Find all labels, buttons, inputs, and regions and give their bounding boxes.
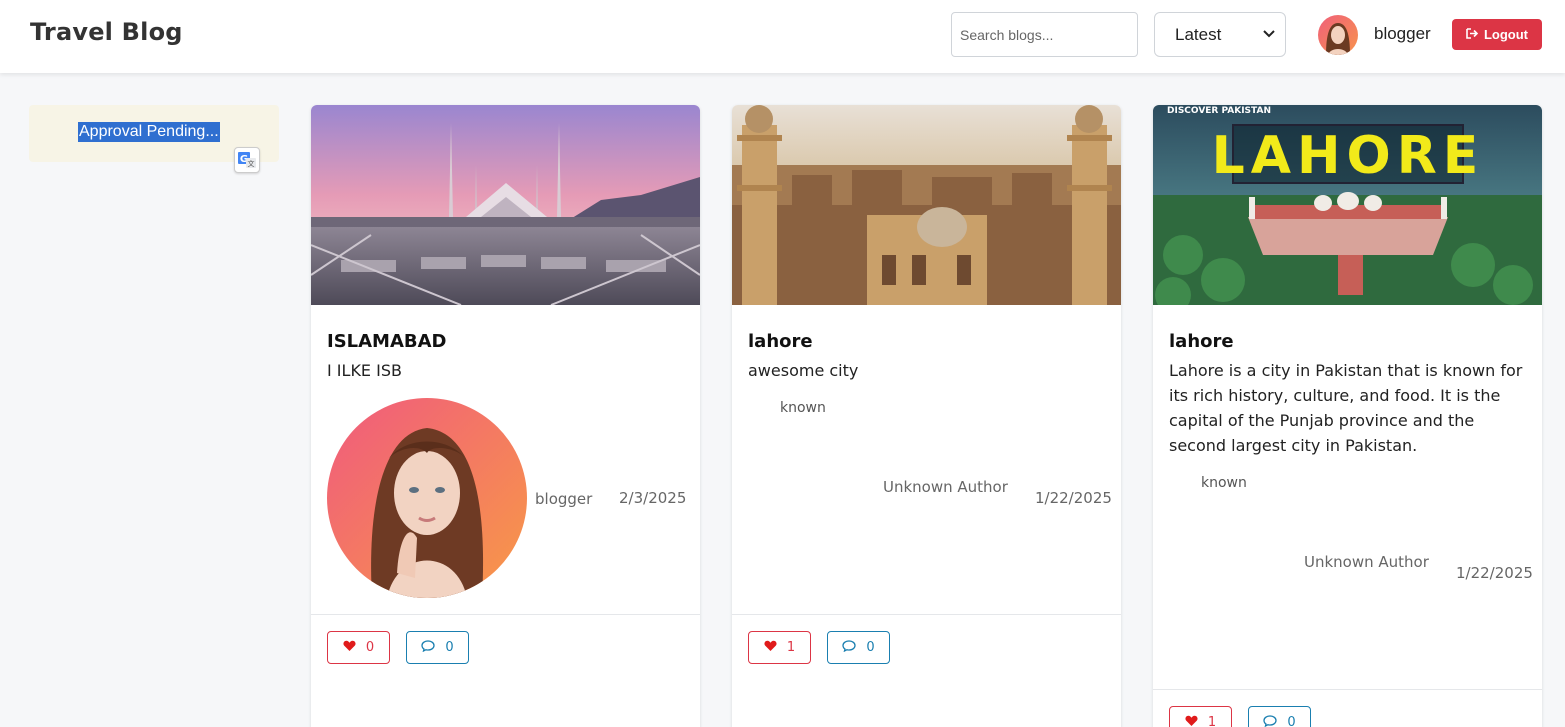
comment-count: 0 bbox=[1287, 715, 1296, 727]
card-divider bbox=[1153, 689, 1542, 690]
blog-title[interactable]: lahore bbox=[1169, 331, 1234, 352]
comment-count: 0 bbox=[866, 640, 875, 655]
post-date: 1/22/2025 bbox=[1035, 489, 1112, 507]
top-navbar: Travel Blog Latest blogger Logout bbox=[0, 0, 1565, 73]
blog-cover-image[interactable] bbox=[732, 105, 1121, 305]
blog-description: awesome city bbox=[748, 361, 859, 380]
like-button[interactable]: 1 bbox=[1169, 706, 1232, 727]
heart-icon bbox=[1185, 715, 1198, 727]
sort-select[interactable]: Latest bbox=[1154, 12, 1286, 57]
comment-icon bbox=[1263, 714, 1278, 727]
svg-text:文: 文 bbox=[248, 159, 255, 168]
approval-notice: Approval Pending... G 文 bbox=[29, 105, 279, 173]
cover-caption: LAHORE bbox=[1212, 126, 1485, 186]
post-date: 2/3/2025 bbox=[619, 489, 687, 507]
logout-label: Logout bbox=[1483, 27, 1529, 42]
blog-card: LAHORE DISCOVER PAKISTAN lahore Lahore i… bbox=[1153, 105, 1542, 727]
blog-cover-image[interactable] bbox=[311, 105, 700, 305]
blog-description: I ILKE ISB bbox=[327, 361, 402, 380]
chevron-down-icon bbox=[1263, 29, 1275, 41]
blog-title[interactable]: ISLAMABAD bbox=[327, 331, 447, 352]
sort-selected-value: Latest bbox=[1175, 24, 1222, 44]
blog-card: lahore awesome city known Unknown Author… bbox=[732, 105, 1121, 727]
user-avatar[interactable] bbox=[1318, 15, 1358, 55]
approval-notice-text: Approval Pending... bbox=[78, 122, 220, 142]
like-count: 1 bbox=[1207, 715, 1217, 727]
like-count: 1 bbox=[786, 640, 796, 655]
sign-out-icon bbox=[1466, 27, 1479, 42]
brand-title[interactable]: Travel Blog bbox=[30, 18, 183, 46]
comment-button[interactable]: 0 bbox=[406, 631, 469, 664]
logout-button[interactable]: Logout bbox=[1452, 19, 1542, 50]
comment-icon bbox=[421, 639, 436, 656]
search-input[interactable] bbox=[951, 12, 1138, 57]
comment-button[interactable]: 0 bbox=[1248, 706, 1311, 727]
blog-description: Lahore is a city in Pakistan that is kno… bbox=[1169, 361, 1523, 455]
blog-cover-image[interactable]: LAHORE DISCOVER PAKISTAN bbox=[1153, 105, 1542, 305]
blog-title[interactable]: lahore bbox=[748, 331, 813, 352]
comment-count: 0 bbox=[445, 640, 454, 655]
like-button[interactable]: 0 bbox=[327, 631, 390, 664]
username-label: blogger bbox=[1374, 24, 1431, 43]
author-name: Unknown Author bbox=[883, 478, 1008, 496]
card-divider bbox=[732, 614, 1121, 615]
comment-button[interactable]: 0 bbox=[827, 631, 890, 664]
blog-card: ISLAMABAD I ILKE ISB blogger 2/3/2025 0 … bbox=[311, 105, 700, 727]
author-avatar-broken: known bbox=[780, 400, 826, 416]
author-avatar-broken: known bbox=[1201, 475, 1247, 491]
author-name: blogger bbox=[535, 490, 593, 508]
like-button[interactable]: 1 bbox=[748, 631, 811, 664]
author-name: Unknown Author bbox=[1304, 553, 1429, 571]
like-count: 0 bbox=[365, 640, 375, 655]
author-avatar bbox=[327, 398, 527, 598]
comment-icon bbox=[842, 639, 857, 656]
cover-badge: DISCOVER PAKISTAN bbox=[1167, 106, 1271, 116]
heart-icon bbox=[764, 640, 777, 656]
heart-icon bbox=[343, 640, 356, 656]
post-date: 1/22/2025 bbox=[1456, 564, 1533, 582]
translate-icon[interactable]: G 文 bbox=[234, 147, 260, 173]
card-divider bbox=[311, 614, 700, 615]
